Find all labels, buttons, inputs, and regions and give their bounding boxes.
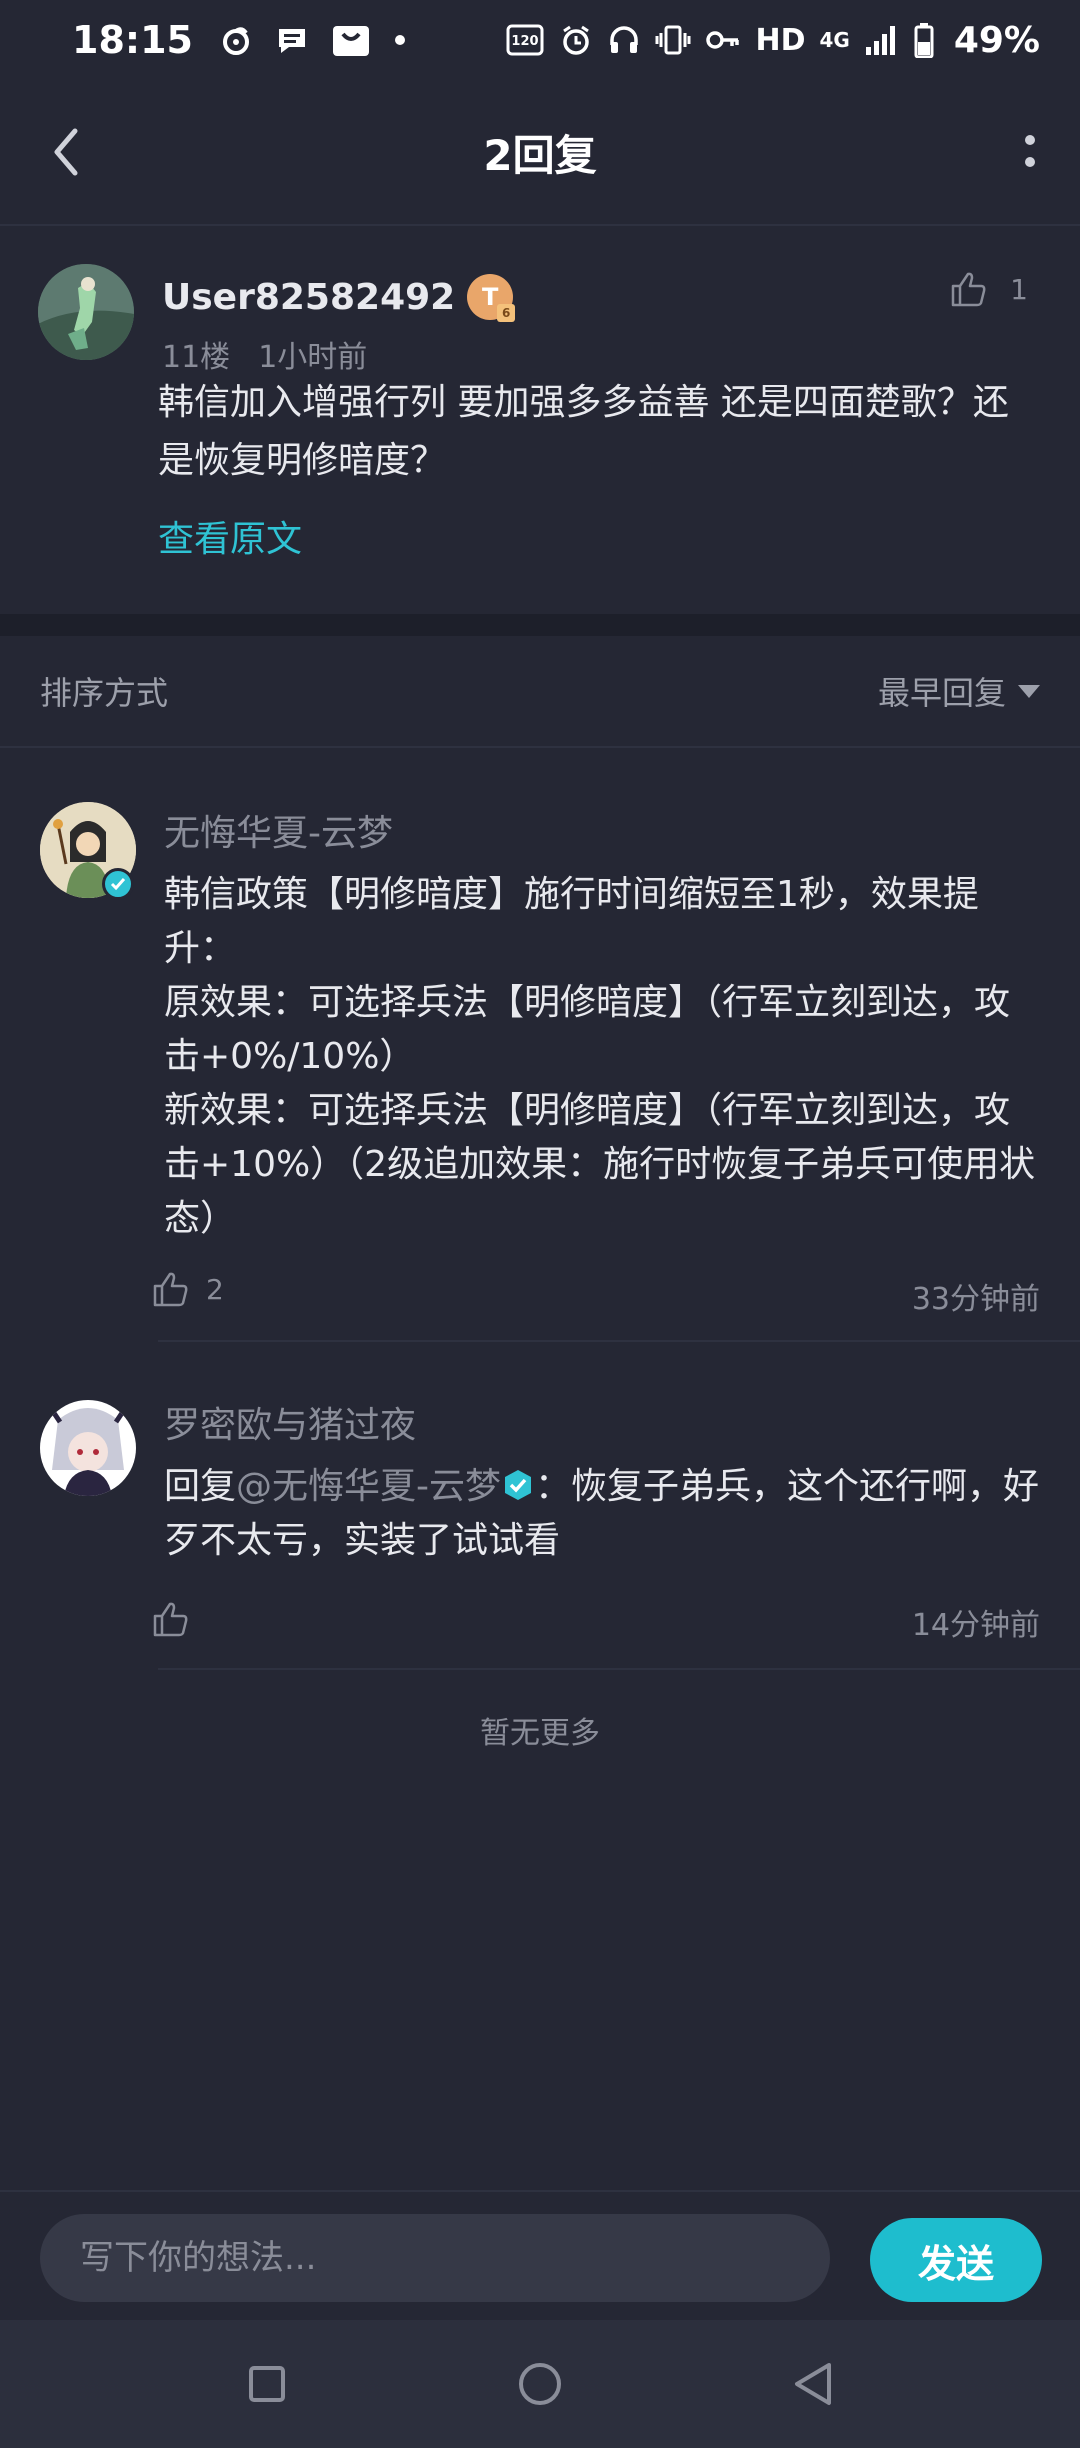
view-original-link[interactable]: 查看原文 xyxy=(158,510,302,562)
send-button[interactable]: 发送 xyxy=(870,2218,1042,2302)
sort-bar: 排序方式 最早回复 xyxy=(0,636,1080,748)
level-badge: T 6 xyxy=(467,274,516,322)
recents-button[interactable] xyxy=(227,2344,307,2424)
like-button[interactable]: 2 xyxy=(152,1270,224,1308)
headphones-icon xyxy=(607,23,641,57)
username: User82582492 xyxy=(162,276,456,318)
comment-author[interactable]: User82582492 T 6 xyxy=(162,274,516,322)
back-nav-button[interactable] xyxy=(773,2344,853,2424)
comment-input-bar: 发送 xyxy=(0,2190,1080,2320)
status-bar: 18:15 120 HD 4G 49% xyxy=(0,0,1080,80)
reply-time: 33分钟前 xyxy=(911,1282,1040,1317)
verified-badge xyxy=(102,868,134,900)
battery-percent: 49% xyxy=(953,19,1040,61)
system-nav-bar xyxy=(0,2320,1080,2448)
verified-badge xyxy=(501,1468,535,1502)
level-badge-sub: 6 xyxy=(497,304,516,322)
app-screen: 18:15 120 HD 4G 49% 2回复 User82582492 T 6… xyxy=(0,0,1080,2448)
top-app-bar: 2回复 xyxy=(0,80,1080,226)
back-button[interactable] xyxy=(36,122,96,182)
caret-down-icon xyxy=(1018,684,1040,698)
end-of-list-text: 暂无更多 xyxy=(480,1716,600,1751)
avatar[interactable] xyxy=(38,264,134,360)
chevron-left-icon xyxy=(54,128,78,176)
signal-icon xyxy=(864,23,900,57)
more-vertical-icon xyxy=(1025,135,1035,167)
dot-icon xyxy=(393,33,407,47)
like-button[interactable] xyxy=(152,1600,206,1638)
square-icon xyxy=(248,2366,285,2402)
system-icons: 120 HD 4G 49% xyxy=(505,20,1040,61)
reply-author[interactable]: 罗密欧与猪过夜 xyxy=(164,1396,416,1448)
shop-icon xyxy=(331,22,371,58)
page-title: 2回复 xyxy=(483,130,597,180)
sort-dropdown[interactable]: 最早回复 xyxy=(878,668,1040,714)
level-badge-label: T xyxy=(482,283,499,311)
check-icon xyxy=(110,878,126,891)
comment-time: 1小时前 xyxy=(258,340,368,375)
comment-input[interactable] xyxy=(40,2214,830,2302)
network-type: HD xyxy=(755,22,806,58)
battery-icon xyxy=(914,22,934,58)
mention-link[interactable]: @无悔华夏-云梦 xyxy=(236,1466,501,1507)
triangle-back-icon xyxy=(795,2363,832,2405)
thumbs-up-icon xyxy=(951,272,986,307)
reply-prefix: 回复 xyxy=(164,1466,237,1507)
section-divider xyxy=(0,614,1080,636)
refresh-rate-icon: 120 xyxy=(505,23,545,57)
like-count: 2 xyxy=(206,1272,224,1306)
floor-number: 11楼 xyxy=(162,340,231,375)
sort-label: 排序方式 xyxy=(40,674,169,712)
notification-icons xyxy=(219,22,407,58)
like-count: 1 xyxy=(1010,272,1028,306)
reply-text: 回复@无悔华夏-云梦 ：恢复子弟兵，这个还行啊，好歹不太亏，实装了试试看 xyxy=(164,1460,1044,1568)
message-icon xyxy=(275,23,309,57)
reply-text: 韩信政策【明修暗度】施行时间缩短至1秒，效果提升： 原效果：可选择兵法【明修暗度… xyxy=(164,874,1036,1239)
reply-item: 罗密欧与猪过夜 回复@无悔华夏-云梦 ：恢复子弟兵，这个还行啊，好歹不太亏，实装了… xyxy=(0,1342,1080,1672)
more-options-button[interactable] xyxy=(1000,122,1060,182)
thumbs-up-icon xyxy=(153,1272,188,1307)
comment-text: 韩信加入增强行列 要加强多多益善 还是四面楚歌？还是恢复明修暗度？ xyxy=(158,382,1009,481)
key-icon xyxy=(705,23,741,57)
home-button[interactable] xyxy=(500,2344,580,2424)
reply-divider xyxy=(158,1668,1080,1670)
original-comment: User82582492 T 6 11楼 1小时前 1 韩信加入增强行列 要加强… xyxy=(0,228,1080,614)
like-button[interactable]: 1 xyxy=(950,270,1028,308)
status-time: 18:15 xyxy=(72,18,193,62)
signal-type-label: 4G xyxy=(819,28,850,52)
comment-meta: 11楼 1小时前 xyxy=(162,332,367,376)
reply-time: 14分钟前 xyxy=(911,1608,1040,1643)
circle-icon xyxy=(518,2363,561,2405)
verified-icon xyxy=(505,1470,532,1500)
sort-selected: 最早回复 xyxy=(877,674,1006,712)
thumbs-up-icon xyxy=(153,1602,188,1637)
signal-type: 4G xyxy=(819,30,849,50)
reply-author[interactable]: 无悔华夏-云梦 xyxy=(164,804,393,856)
reply-item: 无悔华夏-云梦 韩信政策【明修暗度】施行时间缩短至1秒，效果提升： 原效果：可选… xyxy=(0,750,1080,1342)
avatar[interactable] xyxy=(40,1400,136,1496)
weibo-icon xyxy=(219,23,253,57)
svg-text:120: 120 xyxy=(512,34,539,49)
alarm-icon xyxy=(559,23,593,57)
vibrate-icon xyxy=(655,23,691,57)
